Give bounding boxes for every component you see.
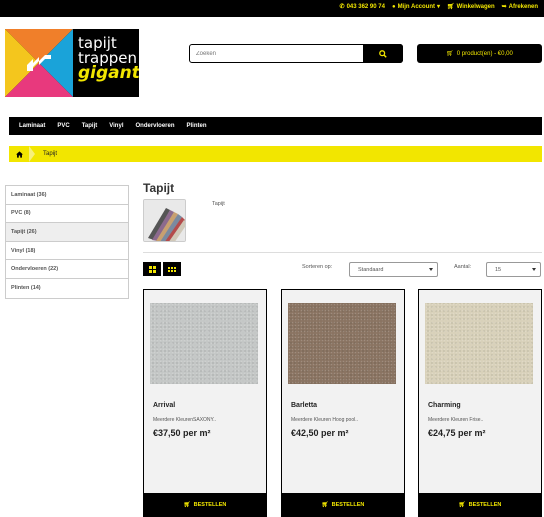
account-link[interactable]: ● Mijn Account ▾ — [391, 3, 441, 11]
nav-item-pvc[interactable]: PVC — [57, 123, 69, 129]
share-icon: ➥ — [501, 4, 507, 10]
nav-item-plinten[interactable]: Plinten — [187, 123, 207, 129]
logo-mark-icon — [5, 29, 73, 97]
checkout-label: Afrekenen — [508, 3, 538, 10]
page-title: Tapijt — [143, 181, 175, 195]
order-button[interactable]: 🛒︎ BESTELLEN — [281, 493, 405, 517]
category-image — [143, 199, 186, 242]
product-card: Barletta Meerdere Kleuren Hoog pool.. €4… — [281, 289, 405, 517]
account-label: Mijn Account — [397, 3, 436, 10]
logo-text: tapijt trappen gigant — [78, 36, 139, 83]
cart-icon: 🛒︎ — [458, 502, 466, 508]
breadcrumb-home[interactable] — [9, 146, 29, 162]
product-image[interactable] — [288, 303, 396, 384]
cart-icon: 🛒︎ — [446, 51, 454, 57]
product-card: Arrival Meerdere KleurenSAXONY.. €37,50 … — [143, 289, 267, 517]
category-description: Tapijt — [212, 201, 225, 207]
sidebar-item-pvc[interactable]: PVC (8) — [6, 205, 128, 224]
cart-icon: 🛒︎ — [183, 502, 191, 508]
search-icon — [379, 49, 387, 58]
cart-button-label: 0 product(en) - €0,00 — [456, 50, 513, 57]
cart-button[interactable]: 🛒︎ 0 product(en) - €0,00 — [417, 44, 542, 63]
main-nav: Laminaat PVC Tapijt Vinyl Ondervloeren P… — [9, 117, 542, 135]
product-description: Meerdere Kleuren Frise.. — [428, 417, 484, 423]
product-price: €37,50 per m² — [153, 428, 211, 438]
chevron-down-icon: ▾ — [437, 4, 441, 10]
limit-label: Aantal: — [454, 264, 472, 270]
divider — [143, 252, 542, 253]
site-logo[interactable]: tapijt trappen gigant — [5, 29, 139, 97]
sidebar-item-vinyl[interactable]: Vinyl (18) — [6, 242, 128, 261]
product-image[interactable] — [150, 303, 258, 384]
breadcrumb: Tapijt — [9, 146, 542, 162]
breadcrumb-current[interactable]: Tapijt — [43, 151, 57, 157]
order-button[interactable]: 🛒︎ BESTELLEN — [143, 493, 267, 517]
user-icon: ● — [391, 3, 396, 10]
logo-line-3: gigant — [78, 63, 139, 83]
search-input[interactable] — [190, 45, 362, 62]
nav-item-laminaat[interactable]: Laminaat — [19, 123, 45, 129]
chevron-down-icon — [532, 268, 536, 271]
sort-value: Standaard — [358, 266, 384, 273]
sort-select[interactable]: Standaard — [349, 262, 438, 277]
home-icon — [15, 150, 23, 158]
sidebar-item-plinten[interactable]: Plinten (14) — [6, 279, 128, 298]
sidebar-item-laminaat[interactable]: Laminaat (36) — [6, 186, 128, 205]
search-box — [189, 44, 403, 63]
sidebar-item-ondervloeren[interactable]: Ondervloeren (22) — [6, 260, 128, 279]
category-sidebar: Laminaat (36) PVC (8) Tapijt (26) Vinyl … — [5, 185, 129, 299]
grid-view-button[interactable] — [143, 262, 161, 276]
breadcrumb-separator — [29, 146, 35, 162]
order-label: BESTELLEN — [193, 502, 227, 508]
order-label: BESTELLEN — [331, 502, 365, 508]
cart-link[interactable]: 🛒︎ Winkelwagen — [447, 3, 495, 11]
chevron-down-icon — [429, 268, 433, 271]
sort-label: Sorteren op: — [302, 264, 333, 270]
grid-icon — [148, 265, 156, 273]
nav-item-ondervloeren[interactable]: Ondervloeren — [135, 123, 174, 129]
sidebar-item-tapijt[interactable]: Tapijt (26) — [6, 223, 128, 242]
limit-select[interactable]: 15 — [486, 262, 541, 277]
product-name[interactable]: Barletta — [291, 402, 317, 409]
limit-value: 15 — [495, 266, 502, 273]
product-price: €24,75 per m² — [428, 428, 486, 438]
grid-small-icon — [168, 266, 176, 272]
checkout-link[interactable]: ➥ Afrekenen — [501, 3, 538, 11]
nav-item-tapijt[interactable]: Tapijt — [82, 123, 98, 129]
product-name[interactable]: Charming — [428, 402, 461, 409]
carpet-samples-image — [144, 200, 185, 241]
phone-link[interactable]: ✆ 043 362 90 74 — [339, 3, 385, 11]
order-button[interactable]: 🛒︎ BESTELLEN — [418, 493, 542, 517]
phone-icon: ✆ — [339, 4, 345, 10]
cart-icon: 🛒︎ — [321, 502, 329, 508]
product-price: €42,50 per m² — [291, 428, 349, 438]
product-name[interactable]: Arrival — [153, 402, 175, 409]
order-label: BESTELLEN — [468, 502, 502, 508]
top-links: ✆ 043 362 90 74 ● Mijn Account ▾ 🛒︎ Winkelwa… — [339, 3, 538, 11]
search-button[interactable] — [363, 44, 403, 63]
list-view-button[interactable] — [163, 262, 181, 276]
cart-icon: 🛒︎ — [447, 4, 455, 10]
product-description: Meerdere Kleuren Hoog pool.. — [291, 417, 358, 423]
cart-label: Winkelwagen — [456, 3, 495, 10]
product-card: Charming Meerdere Kleuren Frise.. €24,75… — [418, 289, 542, 517]
phone-label: 043 362 90 74 — [346, 3, 385, 10]
top-bar: ✆ 043 362 90 74 ● Mijn Account ▾ 🛒︎ Winkelwa… — [0, 0, 544, 17]
nav-item-vinyl[interactable]: Vinyl — [109, 123, 123, 129]
product-description: Meerdere KleurenSAXONY.. — [153, 417, 216, 423]
product-image[interactable] — [425, 303, 533, 384]
